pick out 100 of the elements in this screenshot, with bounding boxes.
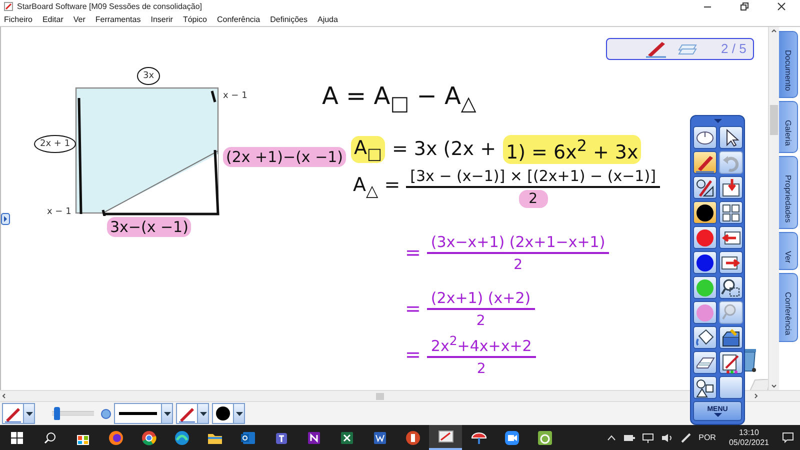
dimension-label: x − 1 bbox=[47, 206, 72, 217]
handwritten-math: A$_{□}$ bbox=[351, 136, 385, 164]
browser-icon bbox=[108, 430, 124, 446]
pen-icon bbox=[645, 40, 667, 58]
close-icon bbox=[777, 2, 786, 11]
app-logo-icon bbox=[4, 2, 13, 11]
taskbar-app-button[interactable] bbox=[429, 425, 462, 450]
fraction-numerator: [3x − (x−1)] × [(2x+1) − (x−1)] bbox=[406, 166, 660, 188]
menu-item[interactable]: Tópico bbox=[182, 14, 207, 24]
menu-item[interactable]: Ficheiro bbox=[4, 14, 32, 24]
side-tab[interactable]: Conferência bbox=[779, 273, 798, 342]
side-tab[interactable]: Propriedades bbox=[779, 156, 798, 230]
tool-button[interactable] bbox=[692, 301, 716, 324]
insert-page-icon bbox=[720, 176, 742, 198]
whiteboard-icon bbox=[438, 428, 454, 445]
dimension-label: 3x bbox=[137, 66, 160, 85]
tool-button[interactable] bbox=[718, 276, 742, 299]
handwritten-math: = bbox=[405, 298, 421, 320]
window-title: StarBoard Software [M09 Sessões de consolidação] bbox=[17, 2, 203, 11]
pen-dropdown[interactable] bbox=[2, 403, 35, 424]
menu-item[interactable]: Editar bbox=[42, 14, 64, 24]
tool-button[interactable] bbox=[718, 326, 742, 349]
line-style-icon bbox=[119, 412, 157, 416]
line-style-dropdown[interactable] bbox=[114, 403, 173, 424]
tool-button[interactable] bbox=[692, 201, 716, 224]
handwritten-math: A = A$_{□}$ − A$_{△}$ bbox=[321, 80, 478, 116]
video-camera-icon bbox=[504, 430, 520, 446]
handwritten-math: 1) = 6x$^{2}$ + 3x bbox=[503, 134, 642, 164]
search-icon bbox=[44, 432, 56, 444]
menu-item[interactable]: Inserir bbox=[150, 14, 173, 24]
dimension-label: x − 1 bbox=[223, 90, 248, 101]
scroll-right-icon bbox=[752, 392, 760, 400]
fraction-denominator: 2 bbox=[475, 312, 486, 330]
scrollbar-thumb[interactable] bbox=[376, 392, 384, 400]
scrollbar-thumb[interactable] bbox=[770, 104, 778, 135]
zoom-icon bbox=[720, 276, 742, 298]
tool-button[interactable] bbox=[718, 201, 742, 224]
pen-color-dropdown[interactable] bbox=[176, 403, 209, 424]
caret-icon bbox=[200, 412, 206, 416]
fill-color-dropdown[interactable] bbox=[212, 403, 245, 424]
tool-button[interactable] bbox=[718, 176, 742, 199]
tool-button[interactable] bbox=[692, 251, 716, 274]
menu-item[interactable]: Ver bbox=[73, 14, 86, 24]
tool-button[interactable] bbox=[718, 251, 742, 274]
tool-button[interactable] bbox=[692, 351, 716, 374]
handwritten-math: (2x +1)−(x −1) bbox=[223, 146, 346, 167]
notebook-icon bbox=[306, 430, 322, 446]
scroll-down-icon bbox=[770, 382, 778, 390]
fraction-denominator: 2 bbox=[476, 360, 487, 378]
fraction-numerator: 2x$^{2}$+4x+x+2 bbox=[426, 332, 536, 358]
tool-button[interactable] bbox=[692, 376, 716, 399]
tool-button[interactable] bbox=[692, 176, 716, 199]
panel-expand-icon bbox=[1, 212, 10, 225]
language-indicator[interactable]: POR bbox=[698, 433, 716, 442]
tool-button[interactable] bbox=[718, 226, 742, 249]
browser-icon bbox=[140, 430, 156, 446]
scroll-left-icon bbox=[0, 392, 8, 400]
pen-settings-icon bbox=[720, 352, 742, 374]
menu-item[interactable]: Conferência bbox=[216, 14, 260, 24]
restore-icon bbox=[740, 2, 749, 11]
tool-button[interactable] bbox=[718, 351, 742, 374]
slider-thumb[interactable] bbox=[54, 407, 60, 420]
caret-icon bbox=[236, 412, 242, 416]
shapes-icon bbox=[694, 376, 716, 398]
tool-button[interactable] bbox=[692, 226, 716, 249]
clock[interactable]: 13:10 05/02/2021 bbox=[728, 428, 769, 448]
pen-width-dot-icon bbox=[101, 408, 111, 419]
handwritten-math: = bbox=[405, 242, 421, 264]
caret-icon bbox=[714, 412, 722, 416]
chevron-up-icon bbox=[606, 434, 616, 441]
menu-item[interactable]: Ferramentas bbox=[95, 14, 141, 24]
menu-item[interactable]: Definições bbox=[270, 14, 308, 24]
tool-button[interactable] bbox=[718, 376, 742, 399]
notification-icon bbox=[782, 432, 794, 444]
toolbox-icon bbox=[720, 326, 742, 348]
handwritten-math: = bbox=[405, 344, 421, 366]
side-tab[interactable]: Ver bbox=[779, 232, 798, 270]
caret-icon bbox=[164, 412, 170, 416]
tool-button[interactable] bbox=[692, 126, 716, 149]
handwritten-math: 3x−(x −1) bbox=[107, 216, 192, 237]
side-tab[interactable]: Galeria bbox=[779, 100, 798, 153]
spreadsheet-icon bbox=[338, 430, 354, 446]
shape-pen-icon bbox=[694, 176, 716, 198]
browser-icon bbox=[174, 430, 190, 446]
menu-item[interactable]: Ajuda bbox=[317, 14, 338, 24]
color-swatch-icon bbox=[213, 404, 233, 424]
collapse-icon bbox=[712, 118, 722, 124]
tool-button[interactable] bbox=[718, 126, 742, 149]
handwritten-math: = 3x (2x + bbox=[390, 137, 498, 162]
scroll-up-icon bbox=[770, 26, 778, 35]
dimension-label: 2x + 1 bbox=[34, 134, 76, 153]
start-icon bbox=[10, 432, 22, 444]
tool-button[interactable] bbox=[692, 276, 716, 299]
umbrella-icon bbox=[470, 430, 486, 446]
caret-icon bbox=[26, 412, 32, 416]
fraction-denominator: 2 bbox=[512, 256, 524, 274]
grid-icon bbox=[720, 202, 742, 224]
fraction-denominator: 2 bbox=[518, 190, 548, 208]
side-tab[interactable]: Documento bbox=[779, 30, 798, 98]
mail-icon bbox=[240, 430, 256, 446]
